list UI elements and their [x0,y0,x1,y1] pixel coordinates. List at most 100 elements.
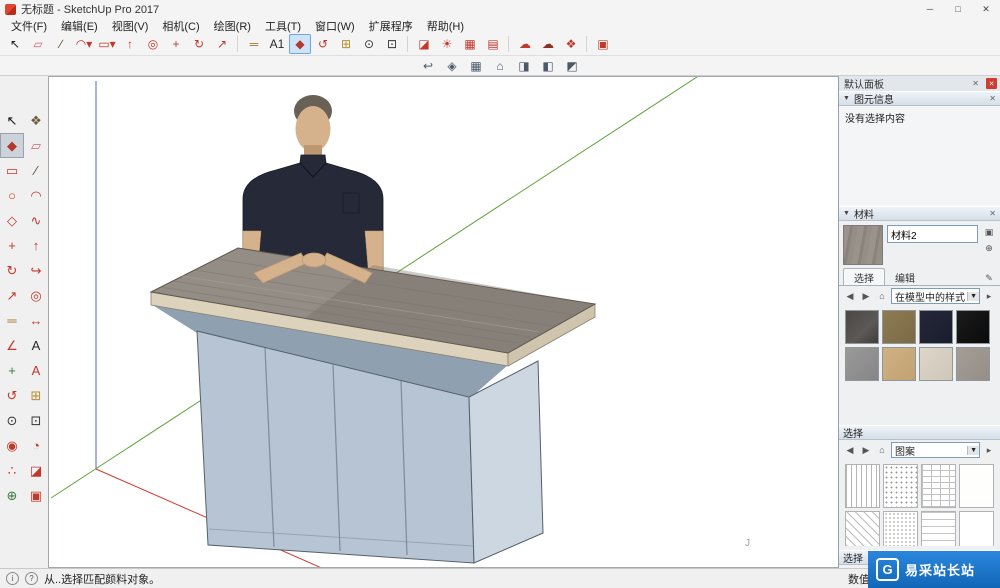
materials-collection-dropdown[interactable]: 在模型中的样式 ▼ [891,288,980,304]
rotate-tool-icon[interactable]: ↻ [188,34,210,54]
material-preview[interactable] [843,225,883,265]
model-info-icon[interactable]: ▣ [592,34,614,54]
previous-view-icon[interactable]: ↩ [417,56,439,76]
patterns-collection-dropdown[interactable]: 图案 ▼ [891,442,980,458]
paint-bucket-icon[interactable]: ◆ [0,133,24,158]
materials-header[interactable]: ▼ 材料 ✕ [839,206,1000,221]
menu-item[interactable]: 扩展程序 [362,18,420,34]
back-icon[interactable]: ◀ [843,443,857,457]
swatch-travertine[interactable] [919,347,953,381]
orbit-tool-icon[interactable]: ↺ [0,383,24,408]
look-around-icon[interactable]: ◔ [24,433,48,458]
status-help-icon[interactable]: ? [25,572,38,585]
details-arrow-icon[interactable]: ▸ [982,443,996,457]
forward-icon[interactable]: ▶ [859,443,873,457]
offset-tool-icon[interactable]: ◎ [24,283,48,308]
pattern-stipple[interactable] [883,511,918,546]
secondary-pane-icon[interactable]: ▣ [982,225,996,239]
swatch-dark-wood[interactable] [845,310,879,344]
select-tool-icon[interactable]: ↖ [0,108,24,133]
menu-item[interactable]: 窗口(W) [308,18,362,34]
zoom-extents-icon[interactable]: ⊡ [24,408,48,433]
materials-close-icon[interactable]: ✕ [989,209,996,218]
pattern-crosshatch[interactable] [921,464,956,508]
pan-tool-icon[interactable]: ⊞ [335,34,357,54]
line-tool-icon[interactable]: ∕ [50,34,72,54]
views-icon[interactable]: ▤ [482,34,504,54]
collapse-arrow-icon[interactable]: ▼ [843,210,850,217]
details-arrow-icon[interactable]: ▸ [982,289,996,303]
rotate-tool-icon[interactable]: ↻ [0,258,24,283]
dimension-tool-icon[interactable]: ↔ [24,308,48,333]
left-view-icon[interactable]: ◩ [561,56,583,76]
swatch-gray[interactable] [845,347,879,381]
close-button[interactable]: ✕ [972,0,1000,18]
zoom-extents-icon[interactable]: ⊡ [381,34,403,54]
menu-item[interactable]: 编辑(E) [54,18,105,34]
rectangle-tool-icon[interactable]: ▭ [0,158,24,183]
menu-item[interactable]: 帮助(H) [420,18,471,34]
polygon-tool-icon[interactable]: ◇ [0,208,24,233]
paint-bucket-icon[interactable]: ◆ [289,34,311,54]
status-info-icon[interactable]: i [6,572,19,585]
in-model-icon[interactable]: ⌂ [875,443,889,457]
tray-red-close-icon[interactable]: ✕ [986,78,997,89]
offset-tool-icon[interactable]: ◎ [142,34,164,54]
back-icon[interactable]: ◀ [843,289,857,303]
eraser-tool-icon[interactable]: ▱ [24,133,48,158]
menu-item[interactable]: 相机(C) [155,18,206,34]
scale-tool-icon[interactable]: ↗ [211,34,233,54]
maximize-button[interactable]: □ [944,0,972,18]
styles-select-bar[interactable]: 选择 [839,425,1000,440]
components-icon[interactable]: ❖ [560,34,582,54]
text-3d-icon[interactable]: A [24,358,48,383]
model-info-icon[interactable]: ▣ [24,483,48,508]
in-model-icon[interactable]: ⌂ [875,289,889,303]
line-tool-icon[interactable]: ∕ [24,158,48,183]
tab-select[interactable]: 选择 [843,268,885,285]
menu-item[interactable]: 视图(V) [105,18,156,34]
walk-tool-icon[interactable]: ∴ [0,458,24,483]
tape-measure-icon[interactable]: ═ [243,34,265,54]
swatch-gray-wood[interactable] [956,347,990,381]
front-view-icon[interactable]: ⌂ [489,56,511,76]
pattern-blank[interactable] [959,511,994,546]
pattern-diagonal[interactable] [845,511,880,546]
select-tool-icon[interactable]: ↖ [4,34,26,54]
shadows-icon[interactable]: ☀ [436,34,458,54]
text-tool-icon[interactable]: A [24,333,48,358]
shapes-tool-icon[interactable]: ▭▾ [96,34,118,54]
zoom-tool-icon[interactable]: ⊙ [358,34,380,54]
collapse-arrow-icon[interactable]: ▼ [843,95,850,102]
section-plane-icon[interactable]: ◪ [24,458,48,483]
axes-tool-icon[interactable]: + [0,358,24,383]
tape-measure-icon[interactable]: ═ [0,308,24,333]
arc-tool-icon[interactable]: ◠ [24,183,48,208]
iso-view-icon[interactable]: ◈ [441,56,463,76]
circle-tool-icon[interactable]: ○ [0,183,24,208]
scale-tool-icon[interactable]: ↗ [0,283,24,308]
text-tool-icon[interactable]: A1 [266,34,288,54]
right-view-icon[interactable]: ◨ [513,56,535,76]
menu-item[interactable]: 工具(T) [258,18,308,34]
warehouse-icon[interactable]: ☁ [514,34,536,54]
arc-tool-icon[interactable]: ◠▾ [73,34,95,54]
drawing-canvas[interactable]: J [48,76,838,568]
entity-info-header[interactable]: ▼ 图元信息 ✕ [839,91,1000,106]
menu-item[interactable]: 文件(F) [4,18,54,34]
pattern-waves[interactable] [921,511,956,546]
add-location-icon[interactable]: ⊕ [0,483,24,508]
pan-tool-icon[interactable]: ⊞ [24,383,48,408]
extension-warehouse-icon[interactable]: ☁ [537,34,559,54]
swatch-tan[interactable] [882,347,916,381]
entity-info-close-icon[interactable]: ✕ [989,94,996,103]
menu-item[interactable]: 绘图(R) [207,18,258,34]
follow-me-icon[interactable]: ↪ [24,258,48,283]
material-name-input[interactable] [887,225,978,243]
top-view-icon[interactable]: ▦ [465,56,487,76]
freehand-tool-icon[interactable]: ∿ [24,208,48,233]
pattern-plain[interactable] [959,464,994,508]
swatch-navy[interactable] [919,310,953,344]
move-tool-icon[interactable]: + [0,233,24,258]
make-component-icon[interactable]: ❖ [24,108,48,133]
